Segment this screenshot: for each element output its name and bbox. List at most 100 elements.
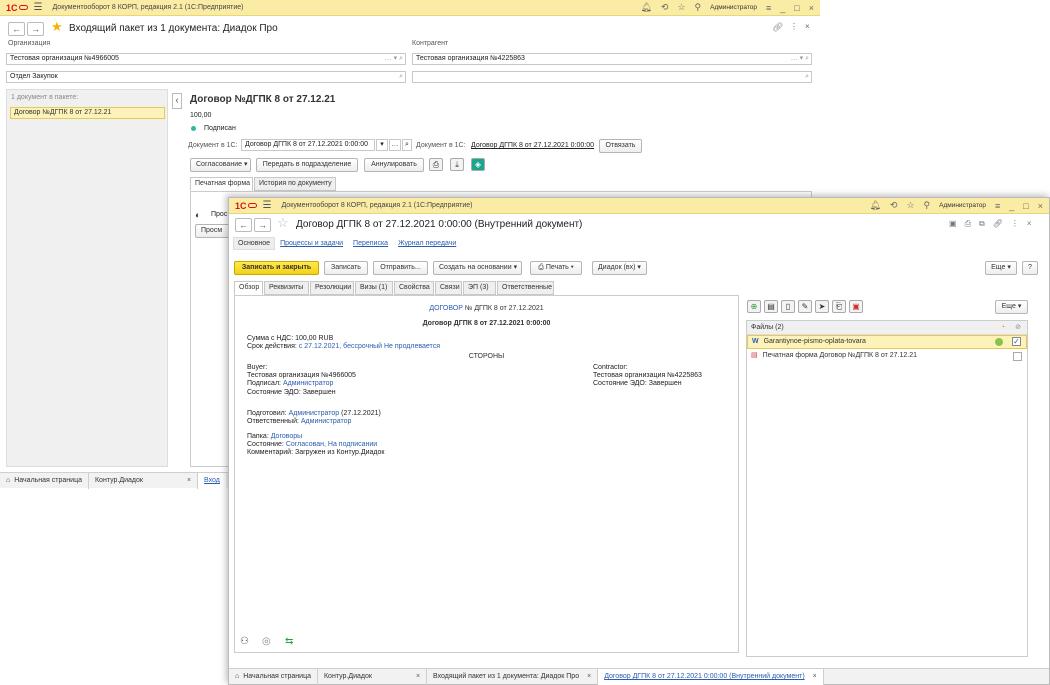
- more-icon[interactable]: ⋮: [790, 22, 798, 31]
- collapse-panel-button[interactable]: ‹: [172, 93, 182, 109]
- menu-icon[interactable]: ☰: [263, 200, 272, 211]
- history-icon[interactable]: ⟲: [661, 2, 669, 13]
- department-field[interactable]: Отдел Закупок ⌕: [6, 71, 406, 83]
- taskbar-home[interactable]: ⌂ Начальная страница: [229, 668, 318, 685]
- users-icon[interactable]: ⚇: [240, 636, 249, 647]
- search-icon[interactable]: ⚲: [924, 200, 931, 211]
- doc1c-open-button[interactable]: ⌕: [402, 139, 412, 151]
- print-icon[interactable]: ⎙: [965, 219, 971, 229]
- send-button[interactable]: Отправить...: [373, 261, 428, 275]
- tab-resolutions[interactable]: Резолюции: [310, 281, 354, 295]
- print-button[interactable]: ⎙ Печать ▾: [530, 261, 582, 275]
- taskbar-tab-diadoc[interactable]: Контур.Диадок ×: [318, 668, 428, 685]
- minimize-icon[interactable]: _: [1009, 201, 1014, 211]
- doc1c-select-button[interactable]: …: [389, 139, 401, 151]
- taskbar-tab-internal-doc[interactable]: Договор ДГПК 8 от 27.12.2021 0:00:00 (Вн…: [598, 668, 824, 685]
- help-button[interactable]: ?: [1022, 261, 1038, 275]
- back-button[interactable]: ←: [8, 22, 25, 36]
- download-icon[interactable]: ⤓: [450, 158, 464, 171]
- more-button[interactable]: Еще ▾: [985, 261, 1017, 275]
- copy-icon[interactable]: ⧉: [979, 219, 985, 229]
- prepared-link[interactable]: Администратор: [289, 410, 340, 417]
- org-field[interactable]: Тестовая организация №4966005… ▾ ⌕: [6, 53, 406, 65]
- favorite-icon[interactable]: ☆: [677, 2, 685, 13]
- package-item[interactable]: Договор №ДГПК 8 от 27.12.21: [10, 107, 165, 119]
- nav-processes[interactable]: Процессы и задачи: [275, 237, 348, 250]
- close-icon[interactable]: ×: [809, 3, 814, 13]
- file-checkbox[interactable]: [1013, 352, 1022, 361]
- contractor-org-link[interactable]: Тестовая организация №4225863: [593, 372, 702, 379]
- add-file-icon[interactable]: ⊕: [747, 300, 761, 313]
- approval-button[interactable]: Согласование ▾: [190, 158, 251, 172]
- favorite-star-icon[interactable]: ☆: [277, 215, 289, 231]
- favorite-icon[interactable]: ☆: [906, 200, 914, 211]
- contractor-field[interactable]: Тестовая организация №4225863… ▾ ⌕: [412, 53, 812, 65]
- search-icon[interactable]: ⚲: [695, 2, 702, 13]
- tab-details[interactable]: Реквизиты: [264, 281, 309, 295]
- sync-icon[interactable]: ⇆: [285, 636, 293, 647]
- close-tab-icon[interactable]: ×: [587, 673, 591, 680]
- edit-file-icon[interactable]: ✎: [798, 300, 812, 313]
- link-icon[interactable]: 🔗︎: [993, 219, 1003, 229]
- target-icon[interactable]: ◎: [262, 636, 271, 647]
- tab-signatures[interactable]: ЭП (3): [463, 281, 496, 295]
- bell-icon[interactable]: 🔔︎: [640, 2, 651, 13]
- taskbar-home[interactable]: ⌂ Начальная страница: [0, 472, 89, 489]
- tab-print-form[interactable]: Печатная форма: [190, 177, 253, 191]
- print-icon[interactable]: ⎙: [429, 158, 443, 171]
- tab-visas[interactable]: Визы (1): [355, 281, 393, 295]
- more-icon[interactable]: ⋮: [1011, 219, 1019, 229]
- user-name[interactable]: Администратор: [710, 4, 757, 11]
- unlink-button[interactable]: Отвязать: [599, 139, 642, 153]
- doc-type-link[interactable]: ДОГОВОР: [429, 305, 463, 312]
- back-button[interactable]: ←: [235, 218, 252, 232]
- save-button[interactable]: Записать: [324, 261, 368, 275]
- close-form-icon[interactable]: ×: [805, 22, 810, 31]
- taskbar-tab-incoming[interactable]: Входящий пакет из 1 документа: Диадок Пр…: [427, 668, 599, 685]
- close-tab-icon[interactable]: ×: [416, 673, 420, 680]
- link-icon[interactable]: 🔗︎: [772, 22, 783, 33]
- save-icon[interactable]: ▣: [949, 219, 957, 229]
- nav-main[interactable]: Основное: [233, 237, 276, 250]
- preview-button[interactable]: Просм: [195, 224, 231, 238]
- pdf-icon[interactable]: ▣: [849, 300, 863, 313]
- attach-icon[interactable]: ⎗: [832, 300, 846, 313]
- close-tab-icon[interactable]: ×: [187, 477, 191, 484]
- nav-transfer-log[interactable]: Журнал передачи: [393, 237, 461, 250]
- tab-links[interactable]: Связи: [435, 281, 462, 295]
- settings-icon[interactable]: ≡: [995, 201, 1000, 211]
- tab-history[interactable]: История по документу: [254, 177, 336, 191]
- diadoc-button[interactable]: Диадок (вх) ▾: [592, 261, 647, 275]
- tab-properties[interactable]: Свойства: [394, 281, 434, 295]
- user-name[interactable]: Администратор: [939, 202, 986, 209]
- history-icon[interactable]: ⟲: [890, 200, 898, 211]
- favorite-star-icon[interactable]: ★: [51, 19, 63, 35]
- settings-icon[interactable]: ≡: [766, 3, 771, 13]
- term-value[interactable]: с 27.12.2021, бессрочный Не продлевается: [299, 343, 440, 350]
- folder-link[interactable]: Договоры: [271, 433, 302, 440]
- menu-icon[interactable]: ☰: [34, 2, 43, 13]
- save-and-close-button[interactable]: Записать и закрыть: [234, 261, 319, 275]
- taskbar-tab-diadoc[interactable]: Контур.Диадок ×: [89, 472, 199, 489]
- files-more-button[interactable]: Еще ▾: [995, 300, 1028, 314]
- forward-button[interactable]: →: [254, 218, 271, 232]
- taskbar-tab-incoming[interactable]: Вход: [198, 472, 226, 489]
- buyer-org-link[interactable]: Тестовая организация №4966005: [247, 372, 356, 379]
- doc1c-link[interactable]: Договор ДГПК 8 от 27.12.2021 0:00:00: [471, 142, 594, 149]
- tab-responsible[interactable]: Ответственные: [497, 281, 554, 295]
- nav-correspondence[interactable]: Переписка: [348, 237, 393, 250]
- maximize-icon[interactable]: □: [794, 3, 799, 13]
- state-link[interactable]: Согласован, На подписании: [286, 441, 377, 448]
- close-icon[interactable]: ×: [1038, 201, 1043, 211]
- file-row[interactable]: W Garantiynoe-pismo-oplata-tovara ✓: [747, 335, 1027, 349]
- tab-overview[interactable]: Обзор: [234, 281, 263, 295]
- minimize-icon[interactable]: _: [780, 3, 785, 13]
- create-based-on-button[interactable]: Создать на основании ▾: [433, 261, 522, 275]
- new-file-icon[interactable]: ▯: [781, 300, 795, 313]
- annul-button[interactable]: Аннулировать: [364, 158, 424, 172]
- doc1c-dropdown-button[interactable]: ▾: [376, 139, 388, 151]
- send-file-icon[interactable]: ➤: [815, 300, 829, 313]
- close-form-icon[interactable]: ×: [1027, 219, 1032, 229]
- maximize-icon[interactable]: □: [1023, 201, 1028, 211]
- responsible-link[interactable]: Администратор: [301, 418, 352, 425]
